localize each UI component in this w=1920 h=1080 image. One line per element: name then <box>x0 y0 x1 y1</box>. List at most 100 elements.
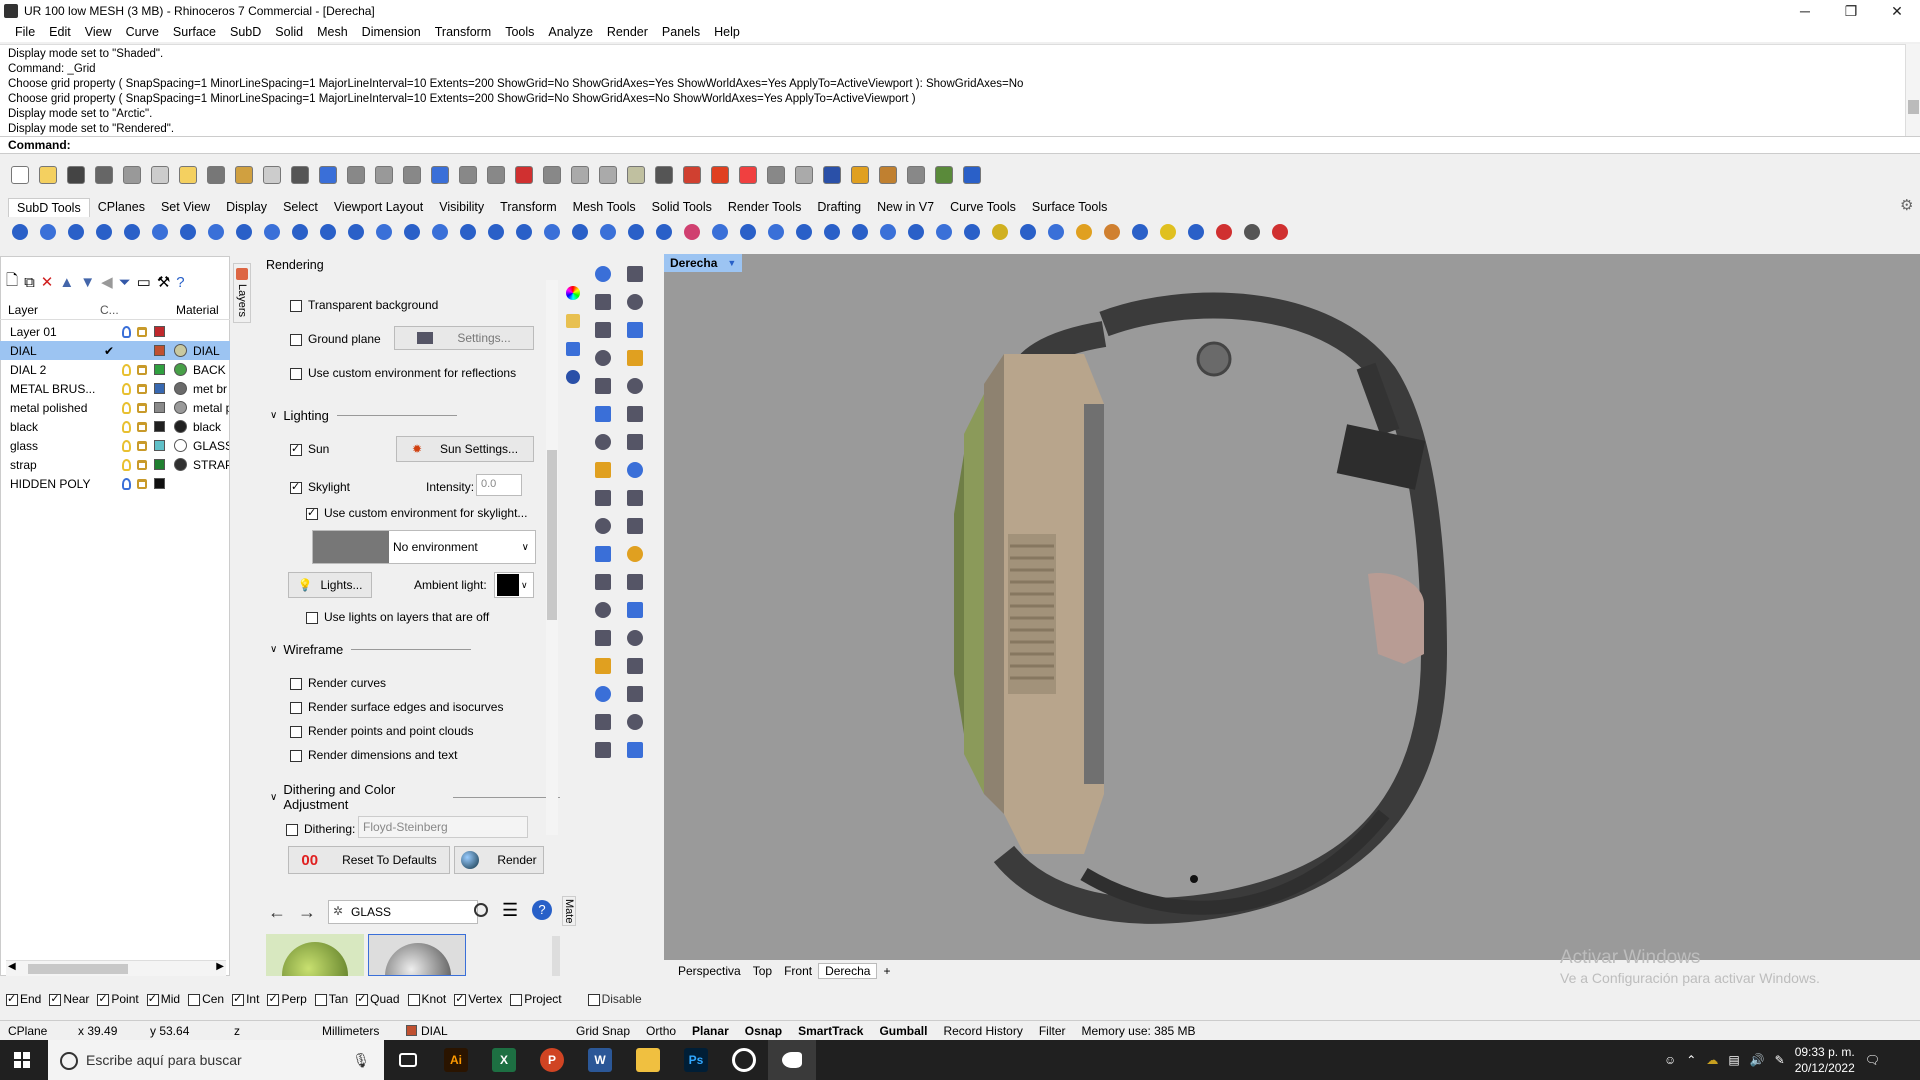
standard-tool-icon[interactable] <box>148 163 172 187</box>
tab-cplanes[interactable]: CPlanes <box>90 200 153 214</box>
dither-method-select[interactable]: Floyd-Steinberg <box>358 816 528 838</box>
menu-file[interactable]: File <box>8 25 42 39</box>
menu-analyze[interactable]: Analyze <box>541 25 599 39</box>
tab-surface-tools[interactable]: Surface Tools <box>1024 200 1116 214</box>
layer-row[interactable]: DIAL 2 BACK I <box>0 360 230 379</box>
subd-tool-icon[interactable] <box>792 220 816 244</box>
subd-tool-icon[interactable] <box>904 220 928 244</box>
custom-env-skylight-checkbox[interactable] <box>306 506 318 520</box>
osnap-checkbox[interactable] <box>356 992 369 1006</box>
ortho-toggle[interactable]: Ortho <box>638 1024 684 1038</box>
subd-tool-icon[interactable] <box>204 220 228 244</box>
subd-tool-icon[interactable] <box>1016 220 1040 244</box>
material-column-header[interactable]: Material <box>176 303 219 317</box>
current-layer-check[interactable]: ✔ <box>104 344 114 358</box>
osnap-mid[interactable]: Mid <box>146 992 180 1006</box>
standard-tool-icon[interactable] <box>540 163 564 187</box>
layer-row[interactable]: glass GLASS <box>0 436 230 455</box>
material-ball-icon[interactable] <box>174 458 187 471</box>
osnap-tan[interactable]: Tan <box>314 992 348 1006</box>
materials-scrollbar[interactable] <box>552 936 560 976</box>
color-column-header[interactable]: C... <box>100 303 119 317</box>
standard-tool-icon[interactable] <box>960 163 984 187</box>
lightbulb-icon[interactable] <box>122 477 131 490</box>
volume-icon[interactable]: 🔊 <box>1750 1053 1765 1067</box>
lock-icon[interactable] <box>137 326 147 337</box>
modeling-tool-icon[interactable] <box>590 346 616 370</box>
tools-icon[interactable]: ⚒ <box>157 273 170 291</box>
modeling-tool-icon[interactable] <box>590 542 616 566</box>
subd-tool-icon[interactable] <box>512 220 536 244</box>
layer-material[interactable]: DIAL <box>193 344 229 358</box>
ground-settings-button[interactable]: Settings... <box>394 326 534 350</box>
layer-material[interactable]: BACK I <box>193 363 229 377</box>
pen-icon[interactable]: ✎ <box>1775 1053 1785 1067</box>
notifications-icon[interactable]: 🗨 <box>1865 1053 1880 1067</box>
viewport-tab-derecha[interactable]: Derecha <box>818 963 878 979</box>
tab-visibility[interactable]: Visibility <box>431 200 492 214</box>
osnap-quad[interactable]: Quad <box>356 992 400 1006</box>
osnap-knot[interactable]: Knot <box>407 992 446 1006</box>
viewport-menu-icon[interactable]: ▼ <box>727 258 736 268</box>
layer-row[interactable]: black black <box>0 417 230 436</box>
restore-button[interactable]: ❐ <box>1828 3 1874 20</box>
layer-material[interactable]: black <box>193 420 229 434</box>
standard-tool-icon[interactable] <box>708 163 732 187</box>
render-points-checkbox[interactable] <box>290 725 302 738</box>
subd-tool-icon[interactable] <box>372 220 396 244</box>
tab-mesh-tools[interactable]: Mesh Tools <box>565 200 644 214</box>
material-ball-icon[interactable] <box>174 382 187 395</box>
modeling-tool-icon[interactable] <box>590 514 616 538</box>
standard-tool-icon[interactable] <box>204 163 228 187</box>
render-edges-option[interactable]: Render surface edges and isocurves <box>290 700 503 714</box>
modeling-tool-icon[interactable] <box>590 290 616 314</box>
rhino-icon[interactable] <box>768 1040 816 1080</box>
standard-tool-icon[interactable] <box>652 163 676 187</box>
subd-tool-icon[interactable] <box>708 220 732 244</box>
subd-tool-icon[interactable] <box>36 220 60 244</box>
subd-tool-icon[interactable] <box>8 220 32 244</box>
color-wheel-icon[interactable] <box>566 286 580 300</box>
move-down-icon[interactable]: ▼ <box>80 274 95 291</box>
ground-plane-option[interactable]: Ground plane <box>290 332 381 346</box>
custom-env-reflections-option[interactable]: Use custom environment for reflections <box>290 366 516 380</box>
modeling-tool-icon[interactable] <box>622 402 648 426</box>
help-icon[interactable]: ? <box>176 274 184 291</box>
dithering-option[interactable]: Dithering: <box>286 822 355 836</box>
osnap-int[interactable]: Int <box>232 992 259 1006</box>
layer-color-swatch[interactable] <box>154 345 165 356</box>
modeling-tool-icon[interactable] <box>622 346 648 370</box>
osnap-checkbox[interactable] <box>587 993 600 1006</box>
record-history-toggle[interactable]: Record History <box>935 1024 1030 1038</box>
add-viewport-tab-icon[interactable]: + <box>877 964 896 978</box>
subd-tool-icon[interactable] <box>596 220 620 244</box>
modeling-tool-icon[interactable] <box>590 486 616 510</box>
lights-off-checkbox[interactable] <box>306 611 318 624</box>
standard-tool-icon[interactable] <box>120 163 144 187</box>
microphone-icon[interactable]: 🎙 <box>352 1052 370 1069</box>
onedrive-icon[interactable]: ☁ <box>1706 1053 1718 1067</box>
wireframe-section[interactable]: ∨ Wireframe <box>270 642 471 657</box>
menu-edit[interactable]: Edit <box>42 25 78 39</box>
osnap-checkbox[interactable] <box>49 992 62 1006</box>
modeling-tool-icon[interactable] <box>622 486 648 510</box>
tab-new-in-v7[interactable]: New in V7 <box>869 200 942 214</box>
osnap-checkbox[interactable] <box>267 992 280 1006</box>
transparent-bg-option[interactable]: Transparent background <box>290 298 438 312</box>
standard-tool-icon[interactable] <box>288 163 312 187</box>
modeling-tool-icon[interactable] <box>622 682 648 706</box>
modeling-tool-icon[interactable] <box>590 570 616 594</box>
layer-row[interactable]: DIAL ✔ DIAL <box>0 341 230 360</box>
menu-dimension[interactable]: Dimension <box>355 25 428 39</box>
modeling-tool-icon[interactable] <box>590 654 616 678</box>
subd-tool-icon[interactable] <box>1212 220 1236 244</box>
subd-tool-icon[interactable] <box>148 220 172 244</box>
subd-tool-icon[interactable] <box>988 220 1012 244</box>
standard-tool-icon[interactable] <box>8 163 32 187</box>
menu-surface[interactable]: Surface <box>166 25 223 39</box>
layer-color-swatch[interactable] <box>154 459 165 470</box>
show-hidden-icons[interactable]: ⌃ <box>1686 1053 1696 1067</box>
subd-tool-icon[interactable] <box>1184 220 1208 244</box>
modeling-tool-icon[interactable] <box>590 598 616 622</box>
lights-off-option[interactable]: Use lights on layers that are off <box>306 610 489 624</box>
